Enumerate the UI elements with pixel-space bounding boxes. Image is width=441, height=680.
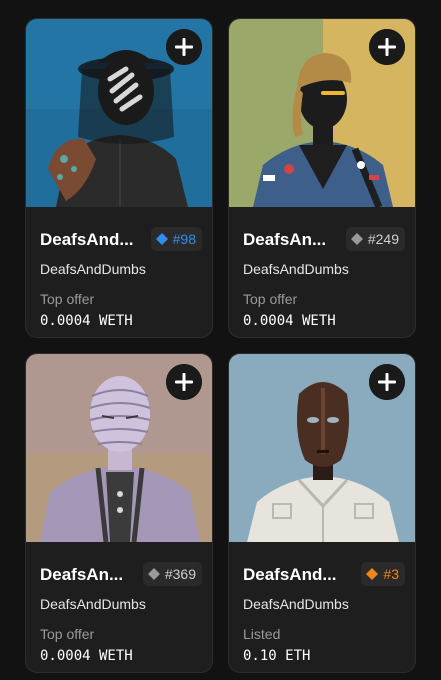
nft-card[interactable]: DeafsAnd... #98 DeafsAndDumbs Top offer … xyxy=(25,18,213,338)
card-title-row: DeafsAn... #249 xyxy=(243,227,405,253)
plus-icon xyxy=(166,29,202,65)
price-label: Top offer xyxy=(243,291,298,307)
diamond-icon xyxy=(147,568,160,580)
rarity-rank: #369 xyxy=(164,566,196,582)
plus-icon xyxy=(166,364,202,400)
price-value: 0.0004 WETH xyxy=(40,313,133,329)
rarity-rank-badge[interactable]: #369 xyxy=(142,562,202,586)
collection-name[interactable]: DeafsAndDumbs xyxy=(40,596,146,612)
price-value: 0.10 ETH xyxy=(243,648,311,664)
rarity-rank-badge[interactable]: #3 xyxy=(361,562,405,586)
nft-name[interactable]: DeafsAn... xyxy=(243,230,326,250)
nft-card[interactable]: DeafsAn... #249 DeafsAndDumbs Top offer … xyxy=(228,18,416,338)
price-value: 0.0004 WETH xyxy=(40,648,133,664)
price-label: Top offer xyxy=(40,626,95,642)
plus-icon xyxy=(369,364,405,400)
rarity-rank: #249 xyxy=(367,231,399,247)
nft-name[interactable]: DeafsAn... xyxy=(40,565,123,585)
nft-card[interactable]: DeafsAnd... #3 DeafsAndDumbs Listed 0.10… xyxy=(228,353,416,673)
add-to-cart-button[interactable] xyxy=(166,364,202,400)
rarity-rank: #98 xyxy=(172,231,196,247)
price-label: Top offer xyxy=(40,291,95,307)
nft-name[interactable]: DeafsAnd... xyxy=(243,565,337,585)
collection-name[interactable]: DeafsAndDumbs xyxy=(243,261,349,277)
diamond-icon xyxy=(155,233,168,245)
price-value: 0.0004 WETH xyxy=(243,313,336,329)
price-label: Listed xyxy=(243,626,281,642)
card-title-row: DeafsAnd... #98 xyxy=(40,227,202,253)
diamond-icon xyxy=(366,568,379,580)
add-to-cart-button[interactable] xyxy=(166,29,202,65)
card-title-row: DeafsAn... #369 xyxy=(40,562,202,588)
add-to-cart-button[interactable] xyxy=(369,364,405,400)
rarity-rank-badge[interactable]: #98 xyxy=(150,227,202,251)
nft-grid: DeafsAnd... #98 DeafsAndDumbs Top offer … xyxy=(0,0,441,680)
nft-card[interactable]: DeafsAn... #369 DeafsAndDumbs Top offer … xyxy=(25,353,213,673)
rarity-rank-badge[interactable]: #249 xyxy=(345,227,405,251)
plus-icon xyxy=(369,29,405,65)
add-to-cart-button[interactable] xyxy=(369,29,405,65)
diamond-icon xyxy=(350,233,363,245)
collection-name[interactable]: DeafsAndDumbs xyxy=(40,261,146,277)
collection-name[interactable]: DeafsAndDumbs xyxy=(243,596,349,612)
card-title-row: DeafsAnd... #3 xyxy=(243,562,405,588)
nft-name[interactable]: DeafsAnd... xyxy=(40,230,134,250)
rarity-rank: #3 xyxy=(383,566,399,582)
